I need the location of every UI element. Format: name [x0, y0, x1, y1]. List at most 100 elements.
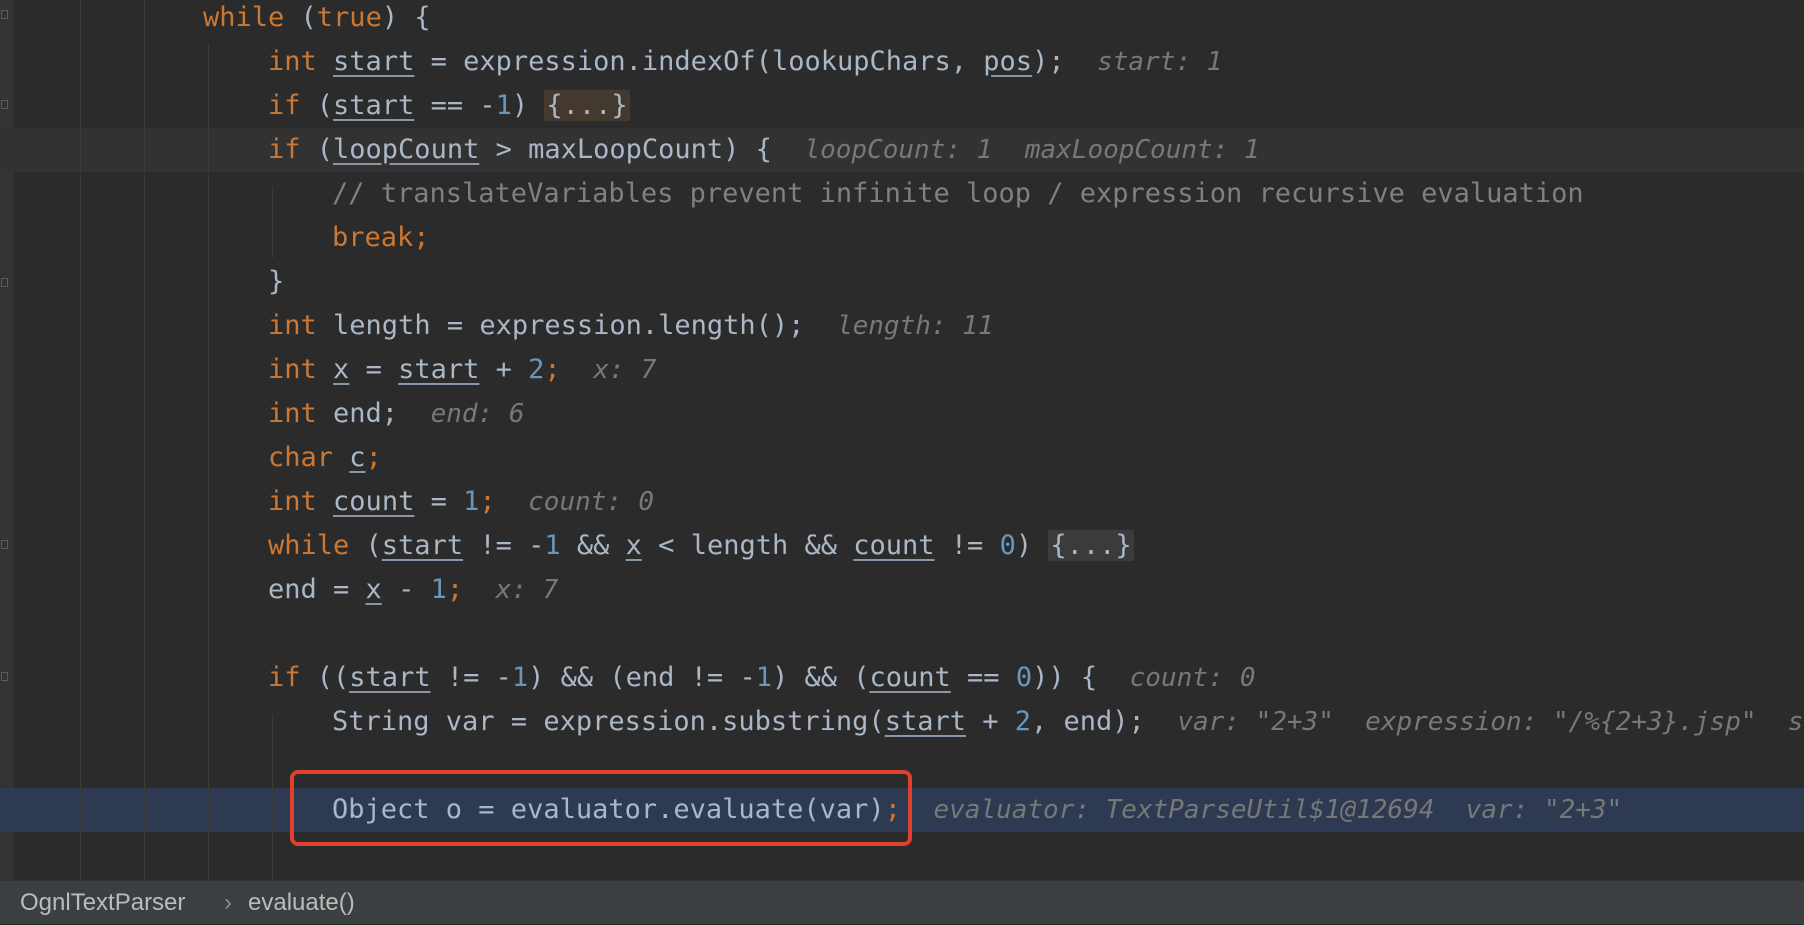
code-text: , end); [1031, 706, 1145, 737]
fold-marker-icon[interactable] [1, 278, 8, 287]
code-text: + [965, 706, 1015, 737]
code-text: == [950, 662, 1016, 693]
code-text: (( [300, 662, 350, 693]
keyword: int [268, 310, 317, 341]
code-text: } [268, 266, 285, 297]
code-line[interactable]: int start = expression.indexOf(lookupCha… [268, 40, 1222, 84]
inline-debug-hint-label: x: [593, 355, 625, 385]
code-line[interactable]: int length = expression.length(); length… [268, 304, 994, 348]
code-text: ( [284, 2, 317, 33]
code-line[interactable]: if (loopCount > maxLoopCount) { loopCoun… [268, 128, 1260, 172]
fold-marker-icon[interactable] [1, 672, 8, 681]
number: 1 [544, 530, 561, 561]
keyword: int [268, 486, 317, 517]
code-line[interactable]: break; [332, 216, 430, 260]
code-line[interactable]: while (start != -1 && x < length && coun… [268, 524, 1134, 568]
code-text: < length && [641, 530, 854, 561]
variable: x [333, 354, 350, 385]
variable: start [398, 354, 480, 385]
code-text: = [349, 354, 399, 385]
code-line[interactable]: // translateVariables prevent infinite l… [332, 172, 1584, 216]
code-line[interactable]: if ((start != -1) && (end != -1) && (cou… [268, 656, 1255, 700]
keyword: if [268, 90, 301, 121]
code-line[interactable]: if (start == -1) {...} [268, 84, 630, 128]
inline-debug-hint: loopCount: 1 [804, 135, 993, 165]
variable: x [365, 574, 382, 605]
number: 1 [430, 574, 447, 605]
highlight-box [290, 770, 912, 846]
code-line[interactable]: end = x - 1; x: 7 [268, 568, 558, 612]
code-text: > maxLoopCount) { [479, 134, 772, 165]
code-text: = expression.indexOf(lookupChars, [414, 46, 984, 77]
code-text: ) && ( [771, 662, 870, 693]
number: 1 [755, 662, 772, 693]
breadcrumb-separator-icon: › [224, 889, 232, 916]
folded-block[interactable]: {...} [544, 90, 630, 121]
inline-debug-hint-label: count: [1129, 663, 1224, 693]
indent-guide [80, 0, 81, 880]
inline-debug-hint-label: count: [528, 487, 623, 517]
code-text: length = expression.length(); [316, 310, 805, 341]
number: 2 [1014, 706, 1032, 737]
fold-marker-icon[interactable] [1, 540, 8, 549]
indent-guide [272, 714, 273, 880]
folded-block[interactable]: {...} [1048, 530, 1134, 561]
code-line[interactable]: } [268, 260, 284, 304]
variable: start [333, 90, 415, 121]
indent-guide [144, 0, 145, 880]
number: 1 [495, 90, 512, 121]
variable: count [869, 662, 951, 693]
keyword: int [268, 46, 317, 77]
code-line[interactable]: while (true) { [203, 0, 431, 40]
variable: pos [983, 46, 1033, 77]
keyword: int [268, 398, 317, 429]
code-text: = [414, 486, 464, 517]
code-text: + [479, 354, 529, 385]
breadcrumb: OgnlTextParser › evaluate() [0, 880, 1804, 924]
code-line[interactable]: int count = 1; count: 0 [268, 480, 654, 524]
code-text: ; [479, 486, 496, 517]
code-text: ( [349, 530, 382, 561]
inline-debug-hint: x: 7 [495, 575, 559, 605]
keyword: while [203, 2, 285, 33]
fold-marker-icon[interactable] [1, 100, 8, 109]
code-editor[interactable]: while (true) { int start = expression.in… [0, 0, 1804, 880]
code-text: ) && (end != - [528, 662, 756, 693]
inline-debug-hint-value: 0 [638, 487, 654, 517]
indent-guide [208, 44, 209, 880]
inline-debug-hint: var: "2+3" expression: "/%{2+3}.jsp" s [1177, 707, 1804, 737]
code-line[interactable]: char c; [268, 436, 382, 480]
code-line[interactable]: int end; end: 6 [268, 392, 525, 436]
keyword: break [332, 222, 414, 253]
number: 0 [999, 530, 1016, 561]
inline-debug-hint: maxLoopCount: 1 [1024, 135, 1260, 165]
code-text: != - [463, 530, 545, 561]
breadcrumb-class[interactable]: OgnlTextParser [20, 881, 185, 925]
code-line[interactable]: int x = start + 2; x: 7 [268, 348, 656, 392]
code-text: ); [1032, 46, 1065, 77]
keyword: if [268, 662, 301, 693]
fold-marker-icon[interactable] [1, 10, 8, 19]
keyword: int [268, 354, 317, 385]
variable: count [853, 530, 935, 561]
code-text: ; [413, 222, 430, 253]
keyword: while [268, 530, 350, 561]
indent-guide [272, 186, 273, 258]
code-text: && [560, 530, 626, 561]
code-text: end = [268, 574, 366, 605]
number: 2 [528, 354, 545, 385]
variable: loopCount [333, 134, 480, 165]
comment: // translateVariables prevent infinite l… [332, 178, 1584, 209]
code-text: ) [511, 90, 545, 121]
code-text: String var = expression.substring( [332, 706, 885, 737]
variable: x [625, 530, 642, 561]
variable: count [333, 486, 415, 517]
breadcrumb-method[interactable]: evaluate() [248, 881, 355, 925]
variable: start [333, 46, 415, 77]
code-line[interactable]: String var = expression.substring(start … [332, 700, 1803, 744]
variable: start [349, 662, 431, 693]
code-text: ( [300, 134, 334, 165]
variable: start [884, 706, 966, 737]
code-text: ; [544, 354, 561, 385]
inline-debug-hint-value: 7 [640, 355, 657, 385]
